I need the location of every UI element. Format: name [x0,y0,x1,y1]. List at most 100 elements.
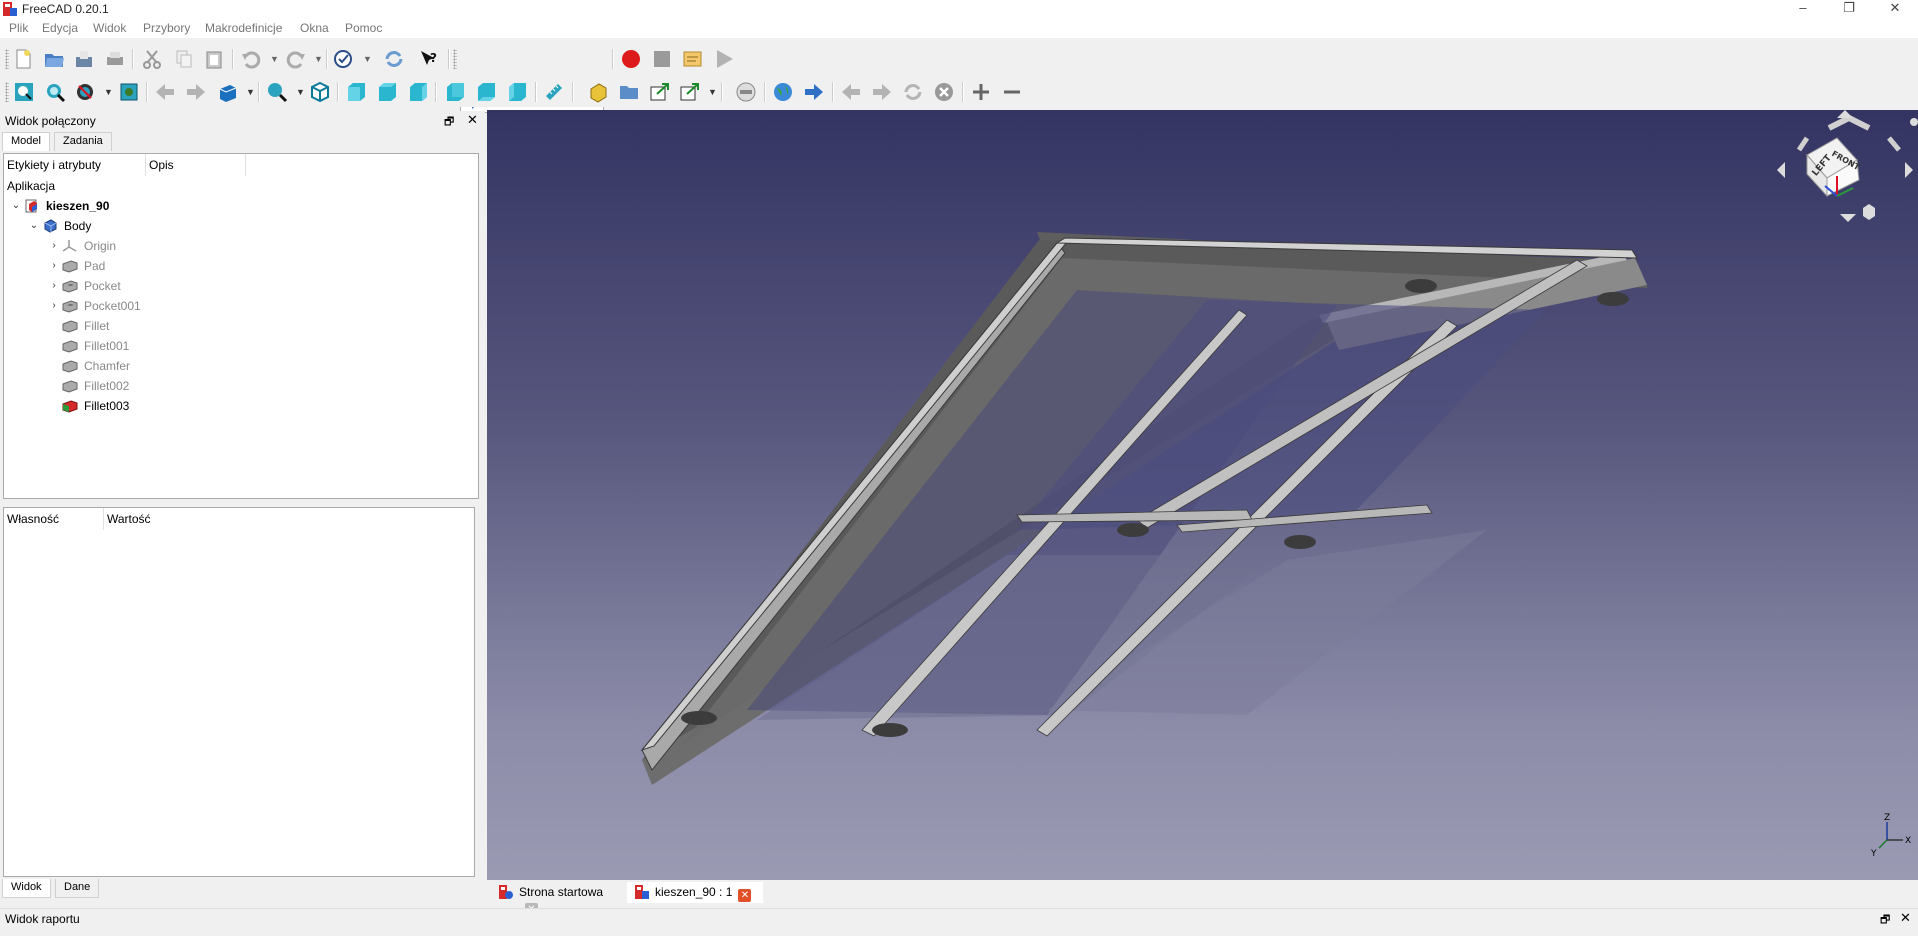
menu-pomoc[interactable]: Pomoc [345,21,382,35]
tree-item-pocket001[interactable]: › Pocket001 [46,296,140,315]
view-back-icon[interactable] [154,81,176,103]
new-document-icon[interactable] [12,48,34,70]
web-back-icon[interactable] [840,81,862,103]
tab-start-page[interactable]: Strona startowa✕ [491,882,623,916]
close-panel-icon[interactable]: ✕ [1900,910,1911,926]
navigation-cube[interactable]: LEFT FRONT [1777,110,1918,230]
chevron-right-icon[interactable]: › [46,260,62,271]
tab-zadania[interactable]: Zadania [54,132,112,151]
tree-item-pocket[interactable]: › Pocket [46,276,120,295]
print-icon[interactable] [104,48,126,70]
tab-widok[interactable]: Widok [2,879,51,898]
redo-icon[interactable] [285,48,307,70]
redo-dropdown-icon[interactable]: ▼ [314,54,323,64]
tree-item-fillet002[interactable]: Fillet002 [62,376,129,395]
chevron-right-icon[interactable]: › [46,300,62,311]
zoom-icon[interactable] [266,81,288,103]
tree-col-description[interactable]: Opis [146,154,246,176]
open-document-icon[interactable] [43,48,65,70]
tree-item-pad[interactable]: › Pad [46,256,105,275]
tab-start-page-label: Strona startowa [519,885,604,899]
right-view-icon[interactable] [407,81,429,103]
web-browser-icon[interactable] [772,81,794,103]
web-forward-icon[interactable] [803,81,825,103]
svg-text:?: ? [430,51,437,65]
float-panel-icon[interactable]: 🗗 [1880,911,1890,930]
menu-przybory[interactable]: Przybory [143,21,190,35]
body-icon [44,218,57,233]
tree-item-chamfer[interactable]: Chamfer [62,356,130,375]
left-view-icon[interactable] [506,81,528,103]
tree-col-labels[interactable]: Etykiety i atrybuty [4,154,146,176]
front-view-icon[interactable] [345,81,367,103]
chevron-down-icon[interactable]: ⌄ [26,220,42,231]
restore-button[interactable]: ❐ [1826,0,1872,18]
isometric-view-icon[interactable] [309,81,331,103]
macro-edit-icon[interactable] [682,48,704,70]
close-tab-icon[interactable]: ✕ [738,889,752,902]
link-actions-icon[interactable] [679,81,701,103]
std-views-icon[interactable] [216,81,238,103]
minimize-button[interactable]: – [1780,0,1826,18]
refresh-checklist-icon[interactable] [333,48,355,70]
tab-document[interactable]: kieszen_90 : 1 ✕ [627,882,763,903]
tree-item-fillet[interactable]: Fillet [62,316,109,335]
chevron-right-icon[interactable]: › [46,240,62,251]
undo-icon[interactable] [240,48,262,70]
fit-all-icon[interactable] [13,81,35,103]
bottom-view-icon[interactable] [475,81,497,103]
title-bar: FreeCAD 0.20.1 – ❐ ✕ [0,0,1918,18]
web-next-icon[interactable] [871,81,893,103]
prop-col-property[interactable]: Własność [4,508,104,530]
draw-style-icon[interactable] [74,81,96,103]
workbench-stop-icon[interactable] [735,81,757,103]
close-panel-icon[interactable]: ✕ [467,112,478,128]
view-forward-icon[interactable] [185,81,207,103]
draw-style-dropdown-icon[interactable]: ▼ [104,87,113,97]
recompute-icon[interactable] [383,48,405,70]
prop-col-value[interactable]: Wartość [104,508,204,530]
link-dropdown-icon[interactable]: ▼ [708,87,717,97]
std-views-dropdown-icon[interactable]: ▼ [246,87,255,97]
tree-item-fillet001[interactable]: Fillet001 [62,336,129,355]
menu-makrodefinicje[interactable]: Makrodefinicje [205,21,282,35]
make-link-icon[interactable] [649,81,671,103]
tree-item-document[interactable]: ⌄ kieszen_90 [8,196,110,215]
top-view-icon[interactable] [376,81,398,103]
tree-item-fillet003[interactable]: Fillet003 [62,396,129,415]
zoom-out-icon[interactable] [1001,81,1023,103]
menu-okna[interactable]: Okna [300,21,329,35]
selection-dropdown-icon[interactable]: ▼ [363,54,372,64]
zoom-dropdown-icon[interactable]: ▼ [296,87,305,97]
tree-item-body[interactable]: ⌄ Body [26,216,92,235]
macro-record-icon[interactable] [620,48,642,70]
macro-stop-icon[interactable] [651,48,673,70]
web-stop-icon[interactable] [933,81,955,103]
tab-model[interactable]: Model [2,132,50,151]
menu-plik[interactable]: Plik [9,21,28,35]
rear-view-icon[interactable] [444,81,466,103]
macro-run-icon[interactable] [713,48,735,70]
bounding-box-icon[interactable] [118,81,140,103]
menu-edycja[interactable]: Edycja [42,21,78,35]
chevron-right-icon[interactable]: › [46,280,62,291]
undo-dropdown-icon[interactable]: ▼ [270,54,279,64]
tab-dane[interactable]: Dane [55,879,100,898]
measure-distance-icon[interactable] [543,81,565,103]
chevron-down-icon[interactable]: ⌄ [8,200,24,211]
close-window-button[interactable]: ✕ [1872,0,1918,18]
copy-icon[interactable] [173,48,195,70]
zoom-in-icon[interactable] [970,81,992,103]
create-part-icon[interactable] [587,81,609,103]
create-group-icon[interactable] [618,81,640,103]
menu-widok[interactable]: Widok [93,21,126,35]
cut-icon[interactable] [141,48,163,70]
fit-selection-icon[interactable] [44,81,66,103]
3d-viewport[interactable]: LEFT FRONT Z X Y [487,110,1918,880]
whats-this-icon[interactable]: ? [418,48,440,70]
web-refresh-icon[interactable] [902,81,924,103]
paste-icon[interactable] [203,48,225,70]
save-document-icon[interactable] [73,48,95,70]
float-panel-icon[interactable]: 🗗 [444,113,454,132]
tree-item-origin[interactable]: › Origin [46,236,116,255]
